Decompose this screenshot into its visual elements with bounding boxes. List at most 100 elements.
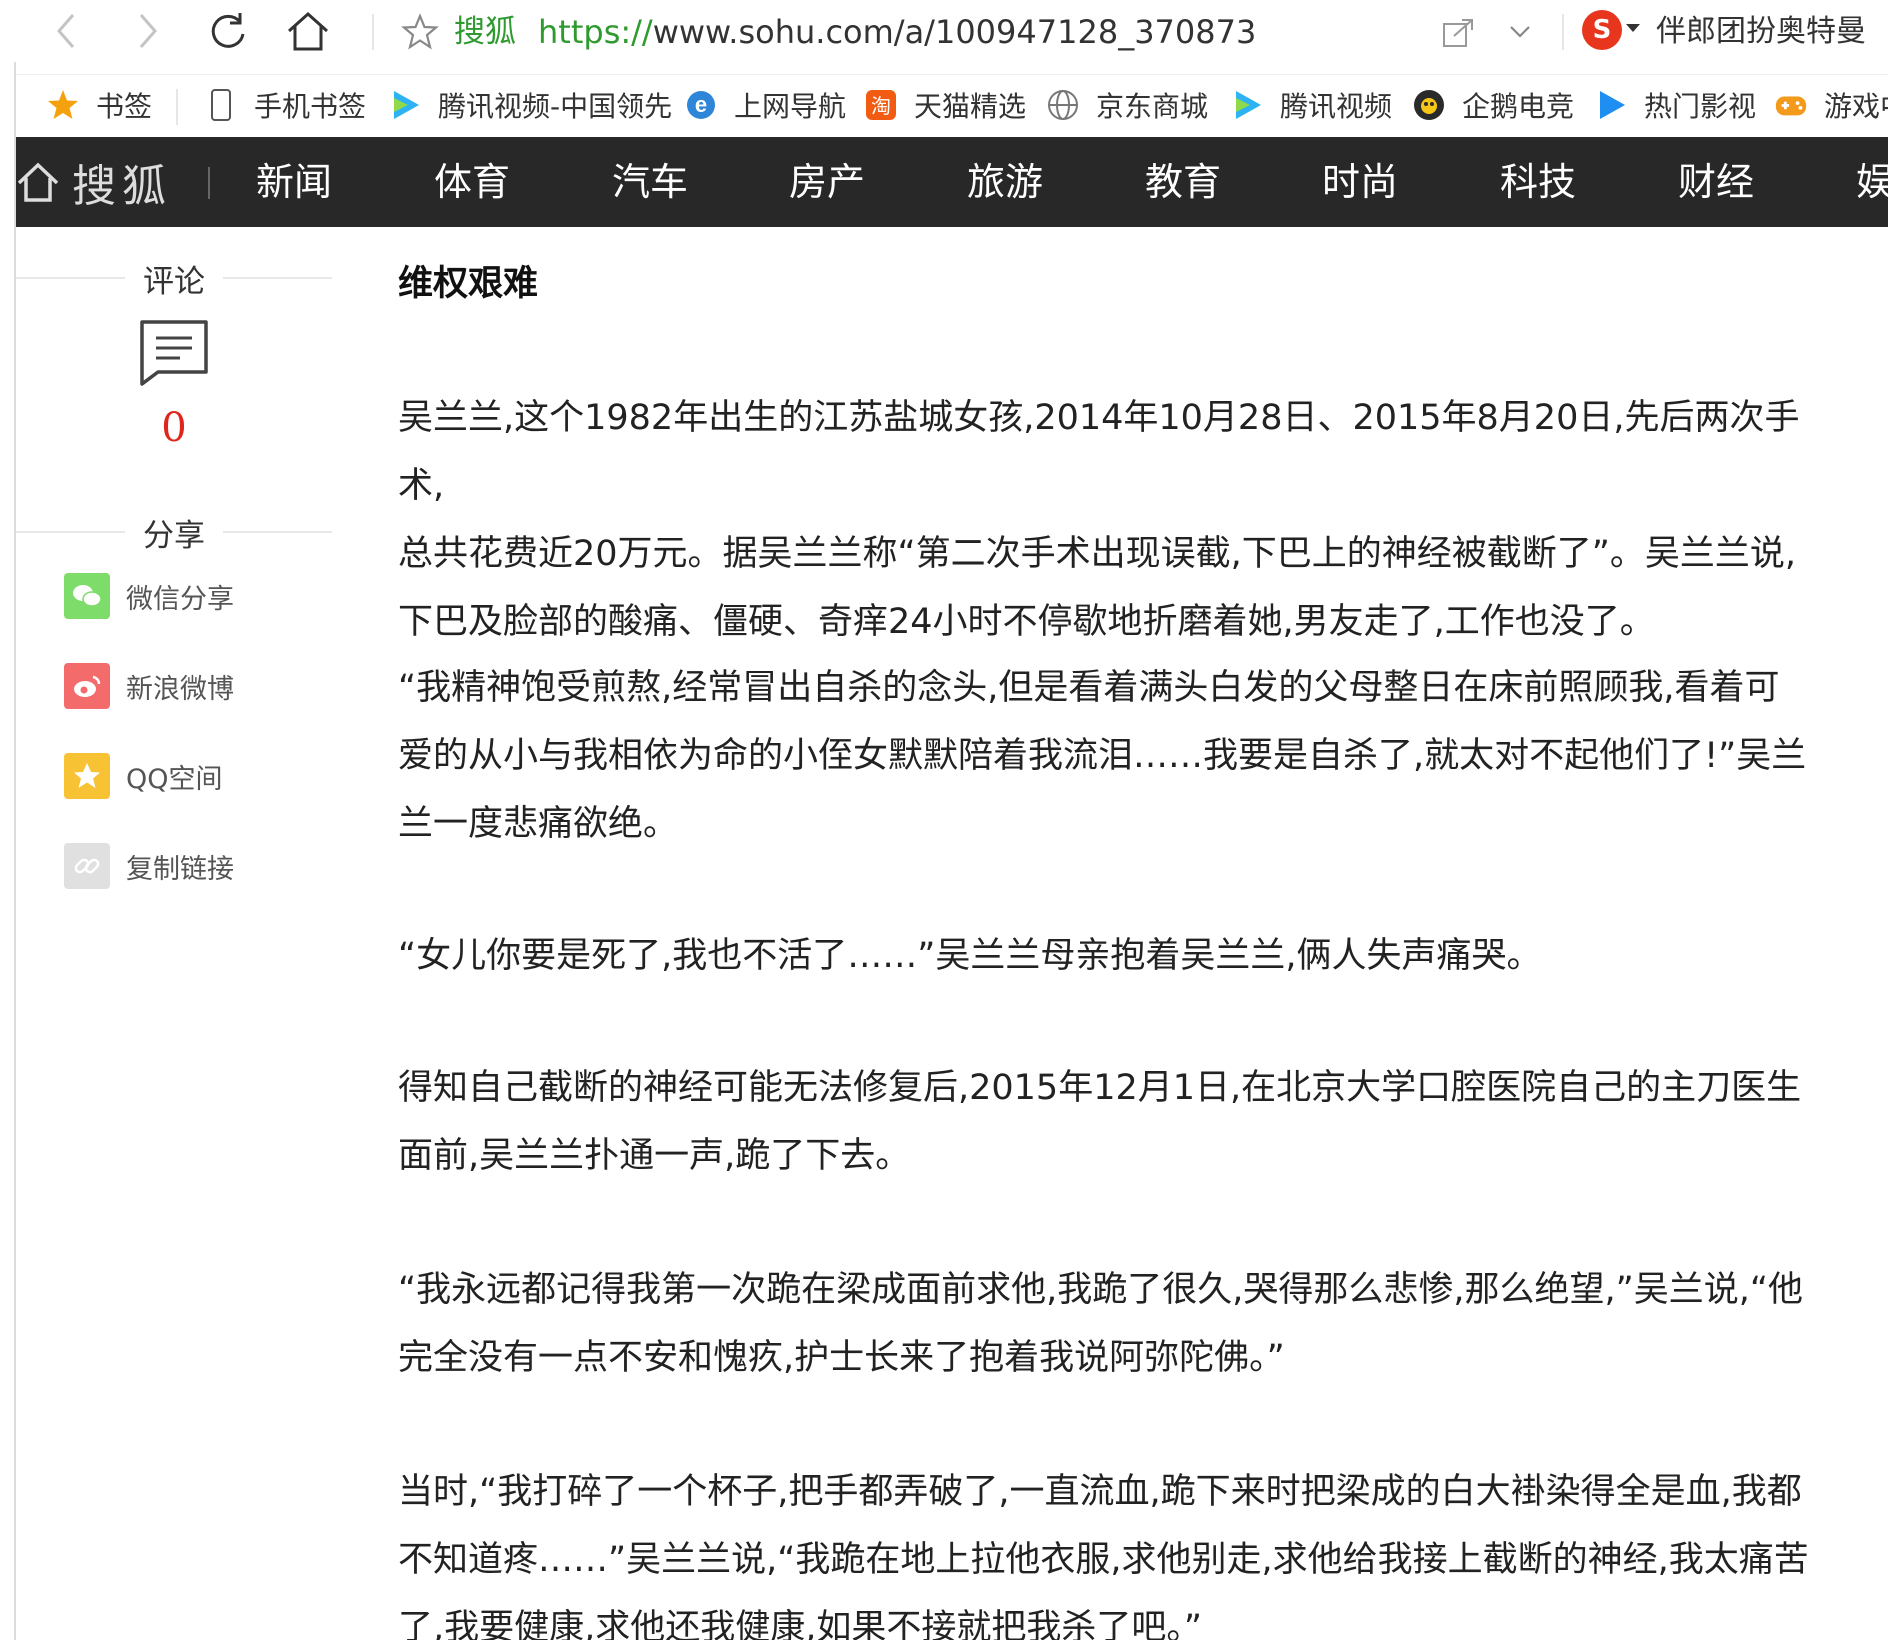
taobao-icon: 淘: [864, 88, 898, 122]
bookmark-label: 游戏中: [1824, 90, 1888, 123]
url-field[interactable]: https://www.sohu.com/a/100947128_370873: [538, 10, 1256, 54]
bookmark-item[interactable]: 淘 天猫精选: [864, 85, 1026, 125]
play-icon: [1230, 88, 1264, 122]
bookmark-label: 天猫精选: [914, 90, 1027, 123]
divider: [1562, 14, 1564, 50]
comment-label: 评论: [143, 263, 205, 300]
site-logo-text: 搜狐: [72, 161, 172, 212]
paragraph-line: 当时,“我打碎了一个杯子,把手都弄破了,一直流血,跪下来时把梁成的白大褂染得全是…: [398, 1472, 1802, 1512]
nav-item-sports[interactable]: 体育: [434, 137, 510, 227]
bookmark-item[interactable]: 企鹅电竞: [1412, 85, 1574, 125]
divider: [16, 531, 125, 533]
share-wechat-button[interactable]: 微信分享: [64, 573, 234, 619]
ie-icon: e: [684, 88, 718, 122]
nav-item-finance[interactable]: 财经: [1678, 137, 1754, 227]
bookmark-item[interactable]: 京东商城: [1046, 85, 1208, 125]
nav-item-tech[interactable]: 科技: [1500, 137, 1576, 227]
divider: [176, 89, 178, 125]
qzone-star-icon: [64, 753, 110, 799]
globe-icon: [1046, 88, 1080, 122]
nav-item-news[interactable]: 新闻: [256, 137, 332, 227]
paragraph-line: “我精神饱受煎熬,经常冒出自杀的念头,但是看着满头白发的父母整日在床前照顾我,看…: [398, 668, 1780, 708]
reload-icon: [211, 13, 245, 48]
share-weibo-button[interactable]: 新浪微博: [64, 663, 234, 709]
bookmarks-bar: 书签 手机书签 腾讯视频-中国领先 e 上网导航 淘 天猫精选 京东商城 腾讯视…: [16, 74, 1888, 136]
url-site-label[interactable]: 搜狐: [454, 10, 516, 54]
bookmark-item[interactable]: 热门影视: [1594, 85, 1756, 125]
nav-item-auto[interactable]: 汽车: [612, 137, 688, 227]
search-box[interactable]: 伴郎团扮奥特曼: [1656, 10, 1866, 54]
weibo-icon: [64, 663, 110, 709]
forward-arrow-icon: [139, 14, 157, 48]
svg-text:淘: 淘: [871, 94, 891, 118]
svg-text:e: e: [695, 92, 707, 117]
paragraph-line: “我永远都记得我第一次跪在梁成面前求他,我跪了很久,哭得那么悲惨,那么绝望,”吴…: [398, 1270, 1804, 1310]
nav-item-realestate[interactable]: 房产: [789, 137, 865, 227]
share-heading: 分享: [16, 512, 332, 554]
section-heading: 维权艰难: [398, 264, 539, 304]
bookmark-label: 热门影视: [1644, 90, 1757, 123]
bookmark-label: 书签: [96, 90, 153, 123]
bookmark-item[interactable]: e 上网导航: [684, 85, 846, 125]
gamepad-icon: [1774, 88, 1808, 122]
address-bar: 搜狐 https://www.sohu.com/a/100947128_3708…: [0, 0, 1888, 62]
paragraph-line: 不知道疼……”吴兰兰说,“我跪在地上拉他衣服,求他别走,求他给我接上截断的神经,…: [398, 1540, 1809, 1580]
article-paragraph: 吴兰兰,这个1982年出生的江苏盐城女孩,2014年10月28日、2015年8月…: [398, 384, 1838, 656]
bookmark-label: 腾讯视频: [1280, 90, 1393, 123]
nav-item-education[interactable]: 教育: [1145, 137, 1221, 227]
bookmark-star-button[interactable]: [398, 10, 442, 54]
article-paragraph: “我永远都记得我第一次跪在梁成面前求他,我跪了很久,哭得那么悲惨,那么绝望,”吴…: [398, 1256, 1838, 1392]
wechat-icon: [64, 573, 110, 619]
paragraph-line: “女儿你要是死了,我也不活了……”吴兰兰母亲抱着吴兰兰,俩人失声痛哭。: [398, 936, 1542, 976]
nav-item-fashion[interactable]: 时尚: [1322, 137, 1398, 227]
share-qzone-label: QQ空间: [126, 763, 223, 795]
bookmark-item[interactable]: 腾讯视频: [1230, 85, 1392, 125]
share-page-button[interactable]: [1438, 14, 1478, 50]
share-qzone-button[interactable]: QQ空间: [64, 753, 223, 799]
site-logo[interactable]: 搜狐: [16, 137, 172, 227]
penguin-icon: [1412, 88, 1446, 122]
share-weibo-label: 新浪微博: [126, 673, 234, 705]
paragraph-line: 得知自己截断的神经可能无法修复后,2015年12月1日,在北京大学口腔医院自己的…: [398, 1068, 1802, 1108]
comment-button[interactable]: [138, 318, 210, 388]
paragraph-line: 了,我要健康,求他还我健康,如果不接就把我杀了吧。”: [398, 1608, 1203, 1640]
bookmark-item[interactable]: 腾讯视频-中国领先: [388, 85, 672, 125]
reload-button[interactable]: [204, 8, 252, 54]
article-section: 维权艰难: [398, 256, 1838, 312]
url-dropdown-button[interactable]: [1500, 14, 1540, 50]
bookmark-label: 京东商城: [1096, 90, 1209, 123]
share-icon: [1443, 19, 1473, 47]
nav-item-entertainment[interactable]: 娱: [1856, 137, 1888, 227]
copy-link-label: 复制链接: [126, 853, 234, 885]
divider: [372, 14, 374, 50]
forward-button[interactable]: [124, 8, 172, 54]
bookmark-label: 企鹅电竞: [1462, 90, 1575, 123]
paragraph-line: 下巴及脸部的酸痛、僵硬、奇痒24小时不停歇地折磨着她,男友走了,工作也没了。: [398, 602, 1655, 642]
comment-count[interactable]: 0: [144, 405, 204, 451]
comment-icon: [140, 320, 208, 386]
paragraph-line: 总共花费近20万元。据吴兰兰称“第二次手术出现误截,下巴上的神经被截断了”。吴兰…: [398, 534, 1797, 574]
home-icon: [287, 11, 329, 51]
divider: [223, 277, 332, 279]
share-label: 分享: [143, 517, 205, 554]
play-icon: [388, 88, 422, 122]
search-engine-logo-icon[interactable]: S: [1582, 10, 1622, 50]
back-button[interactable]: [42, 8, 90, 54]
paragraph-line: 吴兰兰,这个1982年出生的江苏盐城女孩,2014年10月28日、2015年8月…: [398, 398, 1800, 506]
paragraph-line: 完全没有一点不安和愧疚,护士长来了抱着我说阿弥陀佛。”: [398, 1338, 1285, 1378]
search-engine-caret-icon[interactable]: [1626, 24, 1640, 32]
star-outline-icon: [401, 13, 439, 50]
article-paragraph: 得知自己截断的神经可能无法修复后,2015年12月1日,在北京大学口腔医院自己的…: [398, 1054, 1838, 1190]
paragraph-line: 爱的从小与我相依为命的小侄女默默陪着我流泪……我要是自杀了,就太对不起他们了!”…: [398, 736, 1807, 776]
copy-link-button[interactable]: 复制链接: [64, 843, 234, 889]
comment-heading: 评论: [16, 258, 332, 300]
bookmark-item[interactable]: 书签: [46, 85, 152, 125]
article-paragraph: “女儿你要是死了,我也不活了……”吴兰兰母亲抱着吴兰兰,俩人失声痛哭。: [398, 922, 1838, 990]
back-arrow-icon: [57, 14, 75, 48]
divider: [16, 277, 125, 279]
nav-item-travel[interactable]: 旅游: [967, 137, 1043, 227]
divider: [223, 531, 332, 533]
bookmark-item[interactable]: 游戏中: [1774, 85, 1888, 125]
bookmark-item[interactable]: 手机书签: [204, 85, 366, 125]
home-button[interactable]: [284, 8, 332, 54]
